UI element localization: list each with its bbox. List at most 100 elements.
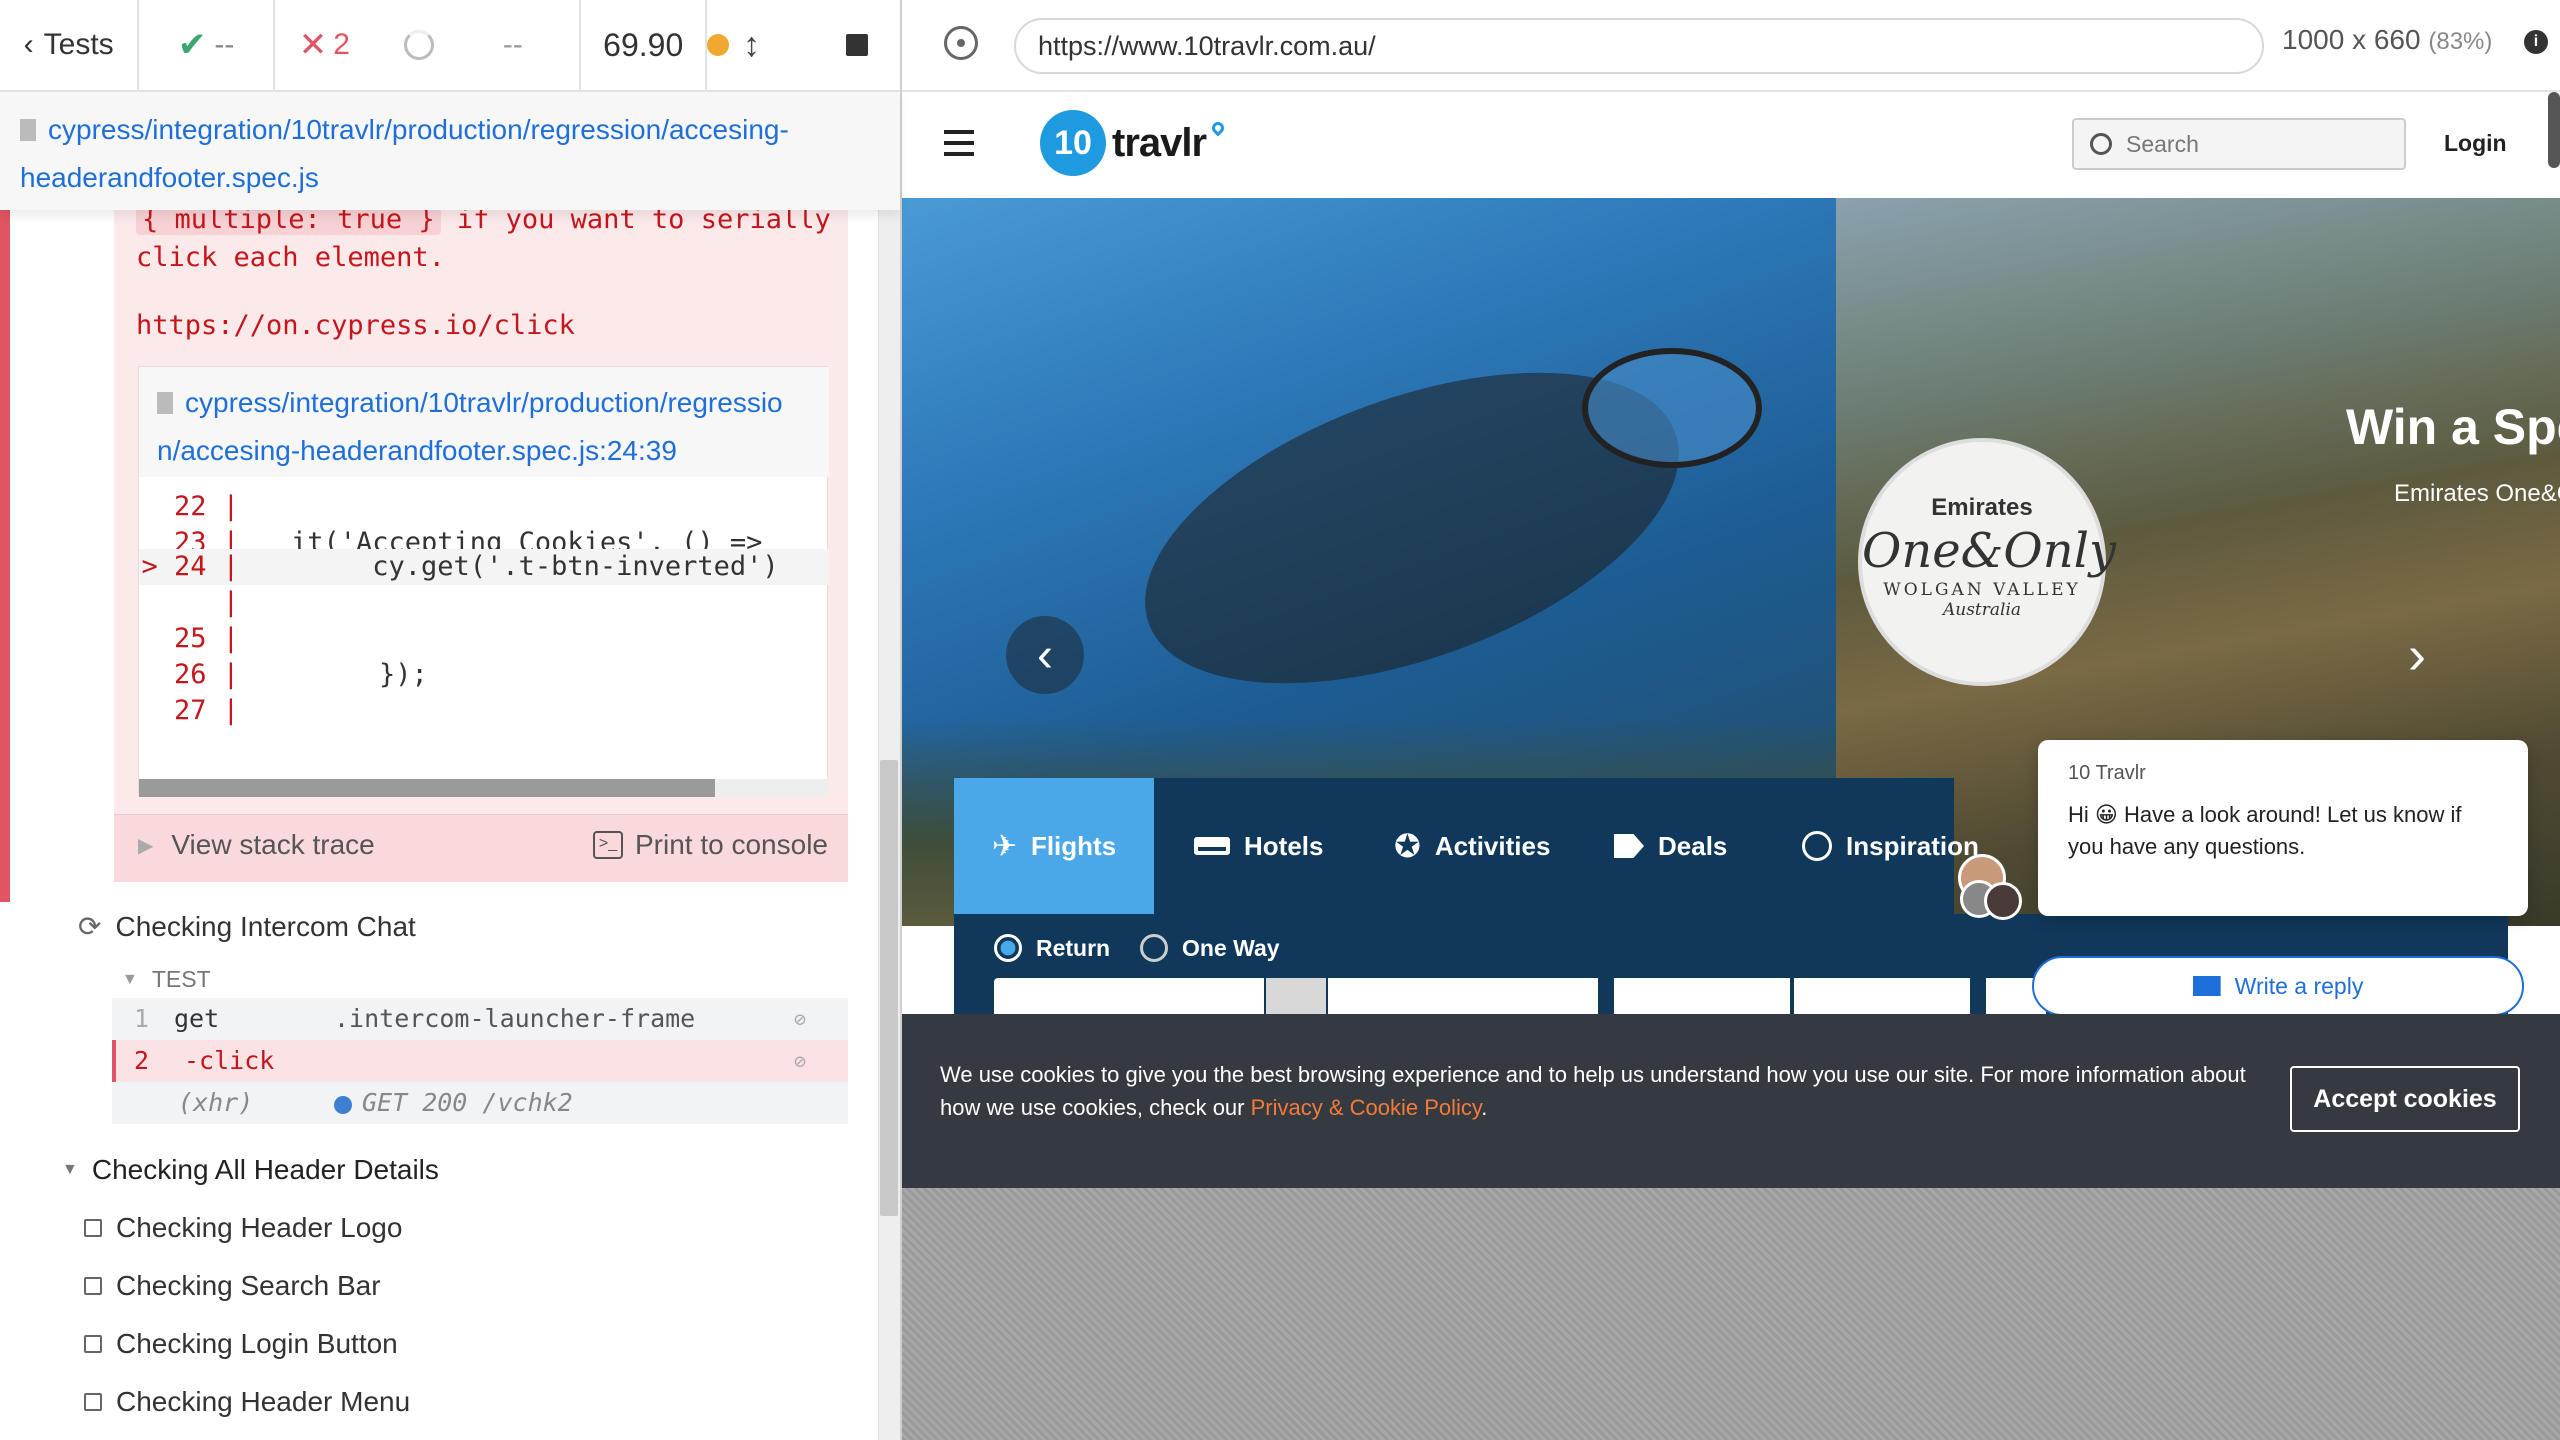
compass-icon [1802, 831, 1832, 861]
docs-link[interactable]: https://on.cypress.io/click [136, 310, 575, 341]
suite-header-details[interactable]: ▼ Checking All Header Details [62, 1154, 439, 1186]
site-logo[interactable]: 10 travlr [1040, 110, 1227, 176]
code-line: 27 | [173, 695, 239, 726]
stop-button[interactable] [846, 34, 869, 56]
trip-oneway-radio[interactable]: One Way [1140, 934, 1280, 962]
chat-sender: 10 Travlr [2068, 762, 2146, 784]
terminal-icon: >_ [593, 831, 623, 859]
tests-label: Tests [43, 28, 114, 61]
code-frame-scroll-thumb[interactable] [139, 779, 715, 797]
cookie-text: We use cookies to give you the best brow… [940, 1062, 2246, 1120]
reporter-scroll-thumb[interactable] [880, 760, 898, 1216]
code-line: 26 |}); [173, 659, 428, 690]
eye-slash-icon: ⊘ [794, 1049, 807, 1073]
selector-playground-icon[interactable] [944, 26, 978, 60]
code-frame-source: 22 | 23 | it('Accepting Cookies', () => >… [139, 477, 829, 777]
envelope-icon [2192, 976, 2221, 996]
checkbox-icon [84, 1335, 102, 1353]
tab-inspiration[interactable]: Inspiration [1802, 778, 1979, 914]
command-row-get[interactable]: 1 get .intercom-launcher-frame ⊘ [112, 998, 848, 1040]
cookie-banner: We use cookies to give you the best brow… [902, 1014, 2560, 1188]
run-controls: ↕ [707, 0, 900, 90]
test-header-menu[interactable]: Checking Header Menu [84, 1386, 410, 1418]
pending-count: -- [503, 0, 582, 90]
radio-icon [1140, 934, 1168, 962]
code-frame: cypress/integration/10travlr/production/… [138, 366, 829, 797]
hamburger-menu-icon[interactable] [944, 130, 974, 156]
tests-back-button[interactable]: ‹ Tests [0, 0, 140, 90]
code-line: | [222, 587, 239, 618]
carousel-next-button[interactable]: › [2378, 616, 2456, 694]
promo-subtitle: Emirates One&O [2394, 480, 2560, 507]
tab-hotels[interactable]: Hotels [1194, 778, 1323, 914]
write-reply-button[interactable]: Write a reply [2032, 956, 2524, 1016]
test-section-toggle[interactable]: ▼ TEST [122, 966, 211, 993]
command-row-click[interactable]: 2 -click ⊘ [112, 1040, 848, 1082]
plane-icon: ✈ [991, 829, 1017, 863]
spec-path: cypress/integration/10travlr/production/… [48, 114, 789, 145]
info-icon[interactable]: i [2524, 30, 2548, 54]
error-footer: ▶ View stack trace >_ Print to console [114, 814, 848, 882]
logo-text: travlr [1112, 120, 1207, 165]
trip-return-radio[interactable]: Return [994, 934, 1110, 962]
to-field[interactable] [1328, 978, 1598, 1018]
spec-path-cont: headerandfooter.spec.js [20, 162, 319, 193]
caret-down-icon: ▼ [62, 1161, 78, 1178]
checkbox-icon [84, 1393, 102, 1411]
test-login-button[interactable]: Checking Login Button [84, 1328, 398, 1360]
chevron-left-icon: ‹ [23, 28, 34, 61]
tab-activities[interactable]: ✪ Activities [1394, 778, 1550, 914]
login-link[interactable]: Login [2444, 130, 2507, 157]
x-icon: ✕ [298, 26, 328, 64]
failed-count: ✕ 2 [275, 0, 503, 90]
circle-pending-icon [403, 30, 434, 60]
url-bar[interactable]: https://www.10travlr.com.au/ [1014, 18, 2264, 74]
command-log: { multiple: true } if you want to serial… [0, 210, 878, 1440]
aut-iframe-area: 10 travlr Search Login Win a Spe Emirate… [902, 92, 2560, 1440]
test-intercom-chat[interactable]: ⟳ Checking Intercom Chat [78, 910, 416, 943]
error-panel: { multiple: true } if you want to serial… [114, 210, 848, 882]
tab-flights[interactable]: ✈ Flights [954, 778, 1154, 914]
tag-icon [1614, 834, 1644, 858]
duration: 69.90 [581, 0, 708, 90]
from-field[interactable] [994, 978, 1264, 1018]
tab-deals[interactable]: Deals [1614, 778, 1727, 914]
command-row-xhr[interactable]: (xhr) GET 200 /vchk2 [112, 1082, 848, 1124]
error-message-line1: { multiple: true } if you want to serial… [136, 210, 831, 238]
one-and-only-badge: Emirates One&Only WOLGAN VALLEY Australi… [1858, 438, 2116, 686]
location-pin-icon [1209, 119, 1227, 137]
smile-emoji-icon: 😀 [2094, 802, 2118, 827]
code-line: 22 | [173, 491, 239, 522]
promo-title: Win a Spe [2346, 399, 2560, 455]
site-search-input[interactable]: Search [2072, 118, 2406, 170]
passed-count: ✔ -- [139, 0, 275, 90]
intercom-chat-card[interactable]: 10 Travlr Hi 😀 Have a look around! Let u… [2038, 740, 2528, 916]
running-indicator-icon [707, 34, 730, 56]
print-to-console-button[interactable]: >_ Print to console [593, 829, 828, 861]
return-date-field[interactable] [1794, 978, 1970, 1018]
chevron-left-icon: ‹ [1037, 628, 1053, 682]
code-frame-file-link[interactable]: cypress/integration/10travlr/production/… [139, 367, 829, 477]
viewport-info: 1000 x 660 (83%) [2282, 24, 2493, 55]
test-search-bar[interactable]: Checking Search Bar [84, 1270, 381, 1302]
test-header-logo[interactable]: Checking Header Logo [84, 1212, 402, 1244]
carousel-prev-button[interactable]: ‹ [1006, 616, 1084, 694]
swap-button[interactable] [1266, 978, 1326, 1018]
resize-vertical-icon[interactable]: ↕ [743, 26, 760, 65]
view-stack-trace-button[interactable]: ▶ View stack trace [138, 829, 375, 861]
reporter-header: ‹ Tests ✔ -- ✕ 2 -- 69.90 ↕ [0, 0, 900, 92]
website-viewport: 10 travlr Search Login Win a Spe Emirate… [902, 92, 2560, 1188]
diver-mask [1582, 348, 1762, 468]
caret-down-icon: ▼ [122, 970, 138, 988]
site-header: 10 travlr Search Login [902, 92, 2560, 198]
failed-test-marker [0, 210, 10, 902]
aut-header: https://www.10travlr.com.au/ 1000 x 660 … [902, 0, 2560, 92]
privacy-policy-link[interactable]: Privacy & Cookie Policy [1251, 1095, 1482, 1120]
spec-file-header[interactable]: cypress/integration/10travlr/production/… [0, 92, 900, 210]
depart-date-field[interactable] [1614, 978, 1790, 1018]
accept-cookies-button[interactable]: Accept cookies [2290, 1066, 2520, 1132]
page-scrollbar[interactable] [2548, 92, 2560, 168]
code-line-highlighted: > 24 | cy.get('.t-btn-inverted') [139, 549, 829, 585]
chat-message: Hi 😀 Have a look around! Let us know if … [2068, 802, 2462, 859]
search-icon [2090, 133, 2112, 155]
